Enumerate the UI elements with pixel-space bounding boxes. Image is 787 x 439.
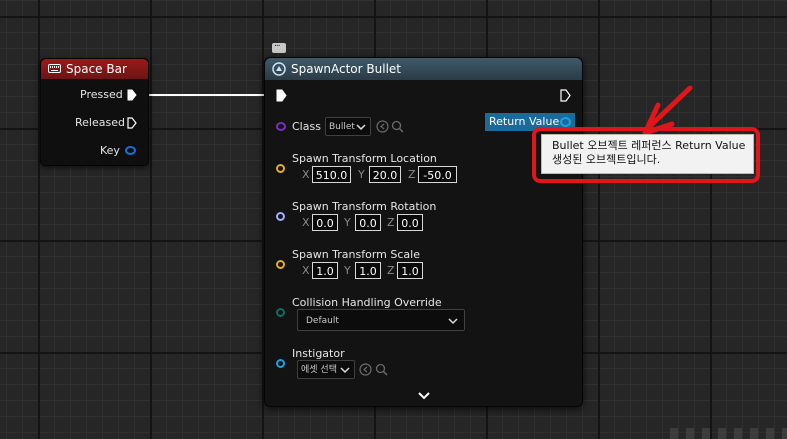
return-value-pin-icon[interactable] <box>560 117 571 127</box>
scale-x-input[interactable]: 1.0 <box>312 262 338 279</box>
instigator-label: Instigator <box>292 347 345 360</box>
chevron-down-icon <box>340 367 350 374</box>
keyboard-icon <box>48 64 61 73</box>
rotation-z-input[interactable]: 0.0 <box>397 214 423 231</box>
expand-chevron-down-icon[interactable] <box>418 392 430 401</box>
spawn-node-header[interactable]: SpawnActor Bullet <box>265 58 582 80</box>
spawn-node-title: SpawnActor Bullet <box>291 62 401 76</box>
scale-z-axis: Z <box>387 264 395 277</box>
search-icon[interactable] <box>391 120 404 133</box>
chevron-down-icon <box>448 318 458 325</box>
location-x-input[interactable]: 510.0 <box>312 166 351 183</box>
location-pin-icon[interactable] <box>276 164 285 173</box>
pin-label-pressed: Pressed <box>80 88 123 101</box>
location-label: Spawn Transform Location <box>292 152 437 165</box>
collision-pin-icon[interactable] <box>276 308 285 317</box>
rotation-z-axis: Z <box>387 216 395 229</box>
location-z-axis: Z <box>408 168 416 181</box>
browse-arrow-icon[interactable] <box>376 120 389 133</box>
background-watermark <box>670 428 787 439</box>
search-icon[interactable] <box>375 363 388 376</box>
comment-bubble-icon[interactable] <box>272 39 286 53</box>
instigator-dropdown-value: 에셋 선택 <box>301 365 337 375</box>
class-dropdown-value: Bullet <box>329 122 355 132</box>
pin-label-key: Key <box>100 144 120 157</box>
rotation-y-input[interactable]: 0.0 <box>355 214 381 231</box>
released-exec-pin-icon[interactable] <box>127 117 137 129</box>
collision-dropdown-value: Default <box>306 316 339 326</box>
scale-z-input[interactable]: 1.0 <box>397 262 423 279</box>
scale-pin-icon[interactable] <box>276 260 285 269</box>
rotation-x-axis: X <box>302 216 310 229</box>
rotation-pin-icon[interactable] <box>276 212 285 221</box>
collision-label: Collision Handling Override <box>292 296 442 309</box>
location-y-input[interactable]: 20.0 <box>369 166 401 183</box>
instigator-pin-icon[interactable] <box>276 359 285 368</box>
spawn-actor-node[interactable]: SpawnActor Bullet Class Bullet Spawn Tra… <box>264 57 583 407</box>
location-y-axis: Y <box>358 168 365 181</box>
rotation-y-axis: Y <box>344 216 351 229</box>
rotation-x-input[interactable]: 0.0 <box>312 214 338 231</box>
scale-x-axis: X <box>302 264 310 277</box>
class-pin-icon[interactable] <box>276 122 286 131</box>
event-node-title: Space Bar <box>66 62 127 76</box>
scale-y-input[interactable]: 1.0 <box>355 262 381 279</box>
chevron-down-icon <box>356 124 366 131</box>
location-x-axis: X <box>302 168 310 181</box>
collision-dropdown[interactable]: Default <box>297 309 465 331</box>
rotation-label: Spawn Transform Rotation <box>292 200 437 213</box>
class-dropdown[interactable]: Bullet <box>325 117 371 136</box>
scale-label: Spawn Transform Scale <box>292 248 420 261</box>
annotation-highlight-box <box>532 127 760 183</box>
exec-in-pin-icon[interactable] <box>276 89 287 102</box>
scale-y-axis: Y <box>344 264 351 277</box>
location-z-input[interactable]: -50.0 <box>418 166 457 183</box>
class-label: Class <box>292 120 321 133</box>
pressed-exec-pin-icon[interactable] <box>127 89 137 101</box>
browse-arrow-icon[interactable] <box>359 363 372 376</box>
exec-out-pin-icon[interactable] <box>560 89 571 102</box>
key-pin-icon[interactable] <box>125 146 136 155</box>
pin-label-released: Released <box>75 116 125 129</box>
space-bar-event-node[interactable]: Space Bar Pressed Released Key <box>40 58 149 166</box>
event-node-header[interactable]: Space Bar <box>41 59 148 79</box>
instigator-dropdown[interactable]: 에셋 선택 <box>297 360 355 379</box>
spawn-function-icon <box>272 62 286 76</box>
